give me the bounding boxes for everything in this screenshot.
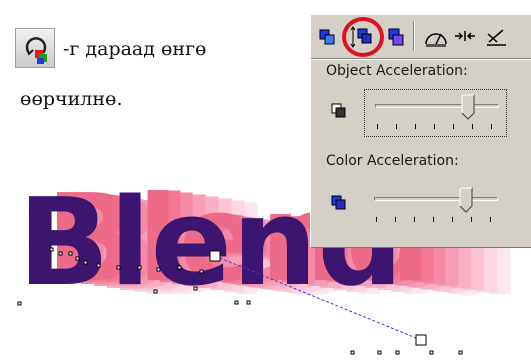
instruction-line-2: өөрчилнө. xyxy=(20,88,123,110)
interactive-blend-tool-icon xyxy=(15,28,55,68)
path-properties-icon[interactable] xyxy=(423,21,449,51)
color-blend-icon[interactable] xyxy=(383,21,409,51)
color-acceleration-thumb[interactable] xyxy=(509,187,523,213)
object-acceleration-label: Object Acceleration: xyxy=(326,63,468,79)
slider-track xyxy=(374,197,498,201)
blend-acceleration-panel: Object Acceleration: Color Acceleration: xyxy=(310,14,531,248)
object-acceleration-icon[interactable] xyxy=(315,21,341,51)
color-acceleration-slider[interactable] xyxy=(364,181,507,229)
color-acceleration-thumb-visual[interactable] xyxy=(459,187,473,213)
end-handle xyxy=(415,334,427,346)
object-acceleration-slider[interactable] xyxy=(364,89,507,137)
start-handle xyxy=(209,250,221,262)
color-acceleration-label: Color Acceleration: xyxy=(326,153,459,169)
object-acceleration-icon xyxy=(331,103,347,119)
slider-track xyxy=(375,104,499,108)
color-acceleration-icon xyxy=(331,195,347,211)
highlight-circle xyxy=(342,17,384,57)
object-acceleration-thumb[interactable] xyxy=(461,94,475,120)
misc-options-icon[interactable] xyxy=(484,21,510,51)
instruction-block: -г дараад өнгө өөрчилнө. xyxy=(0,0,300,130)
blend-toolbar xyxy=(311,15,531,59)
toolbar-separator xyxy=(413,21,415,51)
fuse-icon[interactable] xyxy=(452,21,478,51)
instruction-line-1: -г дараад өнгө xyxy=(63,38,207,60)
